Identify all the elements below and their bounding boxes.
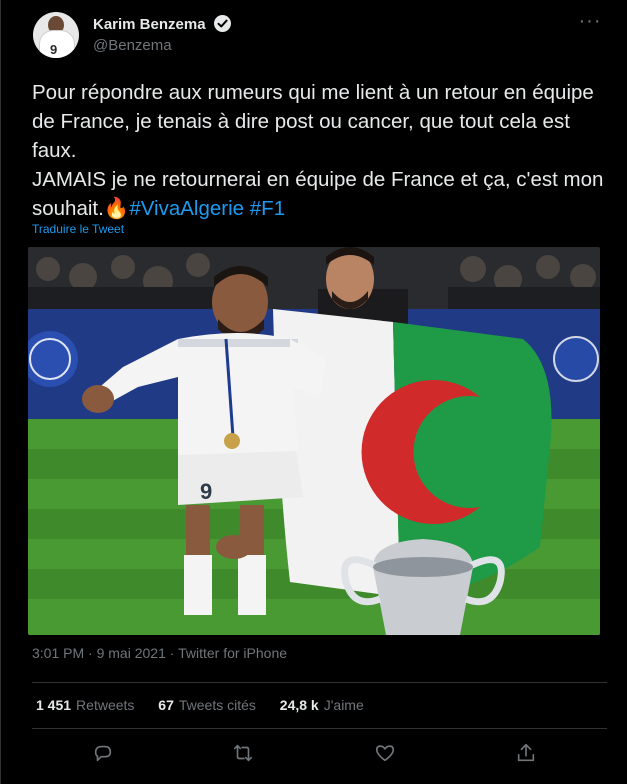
tweet-text-line1: Pour répondre aux rumeurs qui me lient à… [32,81,594,162]
tweet-time[interactable]: 3:01 PM [32,645,84,661]
share-icon[interactable] [515,742,537,764]
tweet-stats: 1 451 Retweets 67 Tweets cités 24,8 k J'aim… [36,697,384,713]
retweets-stat[interactable]: 1 451 Retweets [36,697,134,713]
more-options-icon[interactable]: ··· [577,11,603,34]
reply-icon[interactable] [92,742,114,764]
hashtag-f1[interactable]: #F1 [250,197,285,220]
translate-tweet-link[interactable]: Traduire le Tweet [32,222,124,236]
like-icon[interactable] [374,742,396,764]
tweet-date[interactable]: 9 mai 2021 [97,645,166,661]
user-name-row[interactable]: Karim Benzema [93,15,231,33]
retweets-label: Retweets [76,697,135,713]
tweet-meta: 3:01 PM · 9 mai 2021 · Twitter for iPhon… [32,645,287,661]
quotes-label: Tweets cités [178,697,256,713]
tweet-actions [32,740,607,770]
quotes-stat[interactable]: 67 Tweets cités [158,697,256,713]
avatar[interactable]: 9 [33,12,79,58]
divider-top [32,682,607,683]
tweet-source: Twitter for iPhone [178,645,288,661]
verified-badge-icon [213,15,231,32]
likes-label: J'aime [323,697,364,713]
fire-emoji-icon: 🔥 [103,197,130,220]
tweet-text: Pour répondre aux rumeurs qui me lient à… [32,78,607,223]
tweet-detail: 9 Karim Benzema @Benzema ··· Pour répond… [0,0,627,784]
quotes-count: 67 [158,697,174,713]
hashtag-vivaalgerie[interactable]: #VivaAlgerie [129,197,244,220]
photo-jersey-number: 9 [200,479,212,504]
user-name[interactable]: Karim Benzema [93,16,206,33]
retweet-icon[interactable] [232,742,254,764]
tweet-text-line2: JAMAIS je ne retournerai en équipe de Fr… [32,165,607,223]
likes-count: 24,8 k [279,697,319,713]
meta-separator: · [84,645,97,661]
retweets-count: 1 451 [36,697,72,713]
photo-illustration: 9 [28,247,600,635]
likes-stat[interactable]: 24,8 k J'aime [280,697,364,713]
avatar-jersey-number: 9 [50,42,58,57]
tweet-photo[interactable]: 9 [28,247,600,635]
meta-separator-2: · [165,645,179,661]
divider-bottom [32,728,607,729]
user-handle[interactable]: @Benzema [93,37,172,54]
